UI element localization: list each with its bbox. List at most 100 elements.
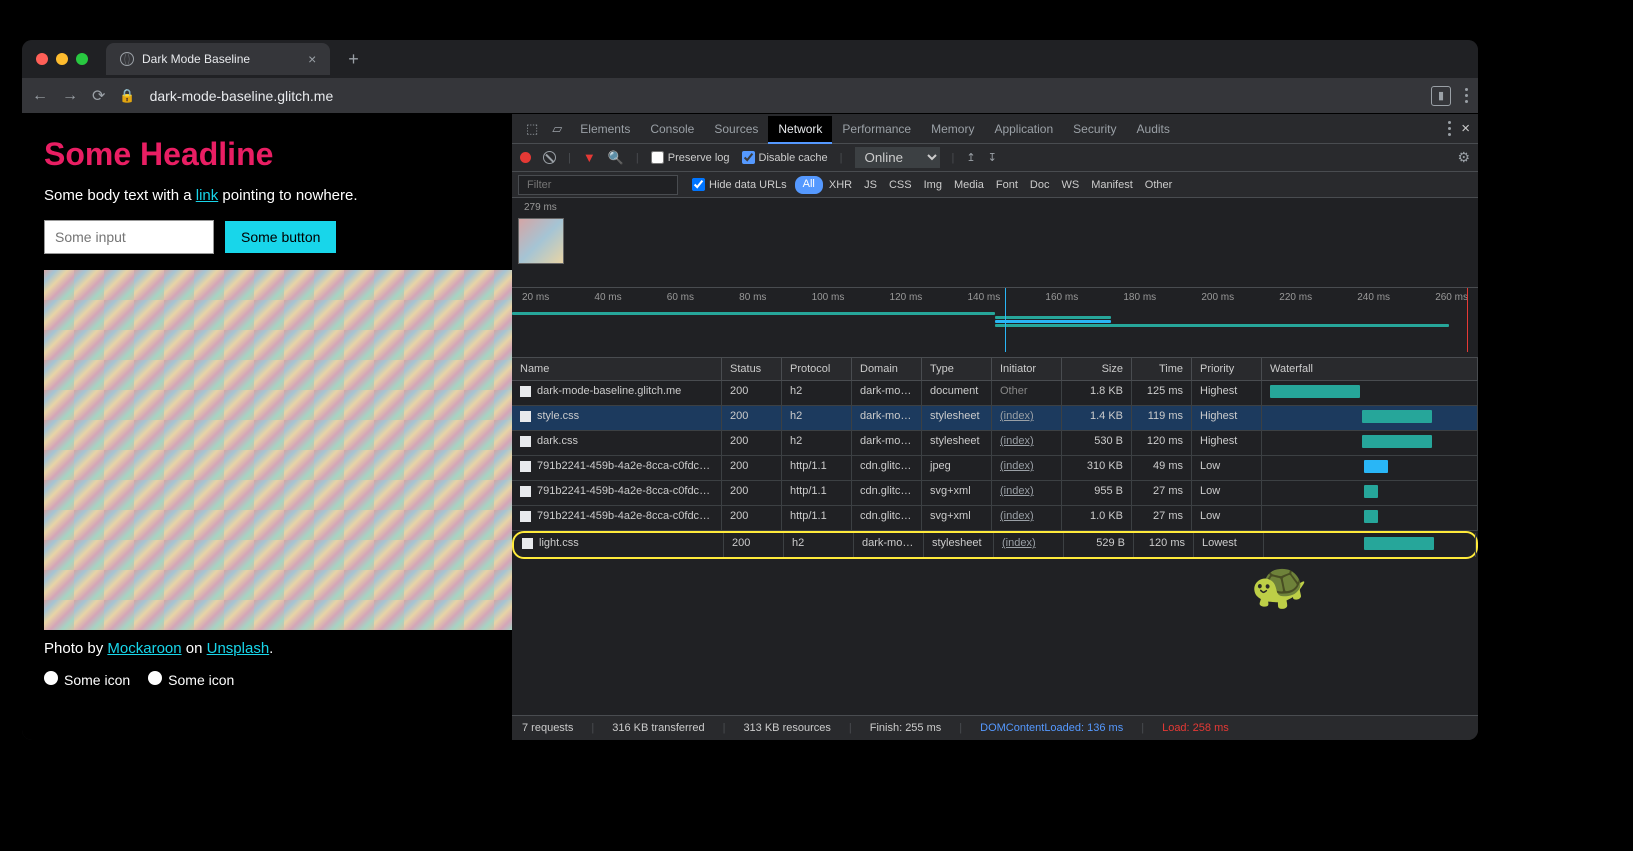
- devtools-tab-network[interactable]: Network: [768, 116, 832, 144]
- network-toolbar: | ▼ 🔍 | Preserve log Disable cache | Onl…: [512, 144, 1478, 172]
- filter-input[interactable]: [518, 175, 678, 195]
- bulb-icon: [44, 671, 58, 685]
- network-table: NameStatusProtocolDomainTypeInitiatorSiz…: [512, 358, 1478, 715]
- filter-type-other[interactable]: Other: [1139, 176, 1179, 194]
- devtools-tab-security[interactable]: Security: [1063, 116, 1126, 142]
- window-controls: [36, 53, 88, 65]
- disable-cache-checkbox[interactable]: Disable cache: [742, 151, 828, 164]
- overview-pane[interactable]: 279 ms: [512, 198, 1478, 288]
- url-input[interactable]: dark-mode-baseline.glitch.me: [150, 88, 1417, 104]
- devtools-tabs: ⬚ ▱ ElementsConsoleSourcesNetworkPerform…: [512, 114, 1478, 144]
- filter-toggle-icon[interactable]: ▼: [583, 150, 596, 165]
- submit-button[interactable]: Some button: [224, 220, 337, 254]
- filter-type-all[interactable]: All: [795, 176, 823, 194]
- body-link[interactable]: link: [196, 187, 219, 204]
- forward-button[interactable]: →: [62, 87, 78, 105]
- devtools-tab-sources[interactable]: Sources: [704, 116, 768, 142]
- column-domain[interactable]: Domain: [852, 358, 922, 380]
- filter-type-ws[interactable]: WS: [1055, 176, 1085, 194]
- preserve-log-checkbox[interactable]: Preserve log: [651, 151, 730, 164]
- settings-icon[interactable]: ⚙: [1457, 149, 1470, 166]
- column-protocol[interactable]: Protocol: [782, 358, 852, 380]
- table-row[interactable]: 791b2241-459b-4a2e-8cca-c0fdc2…200http/1…: [512, 506, 1478, 531]
- turtle-emoji: 🐢: [1251, 558, 1308, 613]
- form-row: Some button: [44, 220, 490, 254]
- devtools-menu-button[interactable]: [1448, 121, 1451, 136]
- requests-count: 7 requests: [522, 722, 573, 734]
- icon-row: Some icon Some icon: [44, 671, 490, 688]
- table-row[interactable]: style.css200h2dark-mo…stylesheet(index)1…: [512, 406, 1478, 431]
- throttling-select[interactable]: Online: [855, 147, 940, 168]
- devtools-tab-application[interactable]: Application: [984, 116, 1063, 142]
- hero-image: [44, 270, 512, 630]
- close-tab-button[interactable]: ×: [308, 51, 316, 67]
- table-row[interactable]: 791b2241-459b-4a2e-8cca-c0fdc2…200http/1…: [512, 456, 1478, 481]
- column-priority[interactable]: Priority: [1192, 358, 1262, 380]
- column-status[interactable]: Status: [722, 358, 782, 380]
- table-header: NameStatusProtocolDomainTypeInitiatorSiz…: [512, 358, 1478, 381]
- extension-icon[interactable]: ▮: [1431, 86, 1451, 106]
- timeline-ruler[interactable]: 20 ms40 ms60 ms80 ms100 ms120 ms140 ms16…: [512, 288, 1478, 358]
- device-icon[interactable]: ▱: [546, 121, 568, 137]
- devtools-tab-audits[interactable]: Audits: [1127, 116, 1180, 142]
- record-button[interactable]: [520, 152, 531, 163]
- devtools-tab-elements[interactable]: Elements: [570, 116, 640, 142]
- table-row[interactable]: dark.css200h2dark-mo…stylesheet(index)53…: [512, 431, 1478, 456]
- browser-menu-button[interactable]: [1465, 88, 1468, 103]
- image-caption: Photo by Mockaroon on Unsplash.: [44, 640, 490, 657]
- browser-window: Dark Mode Baseline × + ← → ⟳ 🔒 dark-mode…: [22, 40, 1478, 740]
- back-button[interactable]: ←: [32, 87, 48, 105]
- source-link[interactable]: Unsplash: [207, 640, 270, 657]
- bulb-icon: [148, 671, 162, 685]
- column-waterfall[interactable]: Waterfall: [1262, 358, 1478, 380]
- address-bar: ← → ⟳ 🔒 dark-mode-baseline.glitch.me ▮: [22, 78, 1478, 114]
- hide-data-urls-checkbox[interactable]: Hide data URLs: [692, 178, 787, 191]
- finish-time: Finish: 255 ms: [870, 722, 942, 734]
- dcl-time: DOMContentLoaded: 136 ms: [980, 722, 1123, 734]
- column-size[interactable]: Size: [1062, 358, 1132, 380]
- column-type[interactable]: Type: [922, 358, 992, 380]
- table-row[interactable]: dark-mode-baseline.glitch.me200h2dark-mo…: [512, 381, 1478, 406]
- text-input[interactable]: [44, 220, 214, 254]
- devtools-tab-memory[interactable]: Memory: [921, 116, 984, 142]
- filter-bar: Hide data URLs AllXHRJSCSSImgMediaFontDo…: [512, 172, 1478, 198]
- upload-har-icon[interactable]: ↥: [966, 151, 975, 164]
- close-window-button[interactable]: [36, 53, 48, 65]
- inspect-icon[interactable]: ⬚: [520, 121, 544, 137]
- column-initiator[interactable]: Initiator: [992, 358, 1062, 380]
- new-tab-button[interactable]: +: [348, 49, 359, 70]
- clear-button[interactable]: [543, 151, 556, 164]
- status-bar: 7 requests | 316 KB transferred | 313 KB…: [512, 715, 1478, 740]
- transferred-size: 316 KB transferred: [612, 722, 704, 734]
- lock-icon[interactable]: 🔒: [119, 88, 135, 104]
- filter-type-img[interactable]: Img: [918, 176, 948, 194]
- search-icon[interactable]: 🔍: [608, 150, 624, 166]
- close-devtools-button[interactable]: ×: [1461, 120, 1470, 137]
- filter-type-doc[interactable]: Doc: [1024, 176, 1056, 194]
- reload-button[interactable]: ⟳: [92, 86, 105, 106]
- titlebar: Dark Mode Baseline × +: [22, 40, 1478, 78]
- table-row[interactable]: 791b2241-459b-4a2e-8cca-c0fdc2…200http/1…: [512, 481, 1478, 506]
- filter-type-xhr[interactable]: XHR: [823, 176, 858, 194]
- column-name[interactable]: Name: [512, 358, 722, 380]
- minimize-window-button[interactable]: [56, 53, 68, 65]
- download-har-icon[interactable]: ↧: [988, 151, 997, 164]
- page-body: Some body text with a link pointing to n…: [44, 187, 490, 204]
- table-row[interactable]: light.css200h2dark-mo…stylesheet(index)5…: [512, 531, 1478, 559]
- filter-type-js[interactable]: JS: [858, 176, 883, 194]
- filter-type-media[interactable]: Media: [948, 176, 990, 194]
- filter-type-css[interactable]: CSS: [883, 176, 918, 194]
- globe-icon: [120, 52, 134, 66]
- browser-tab[interactable]: Dark Mode Baseline ×: [106, 43, 330, 75]
- devtools-tab-performance[interactable]: Performance: [832, 116, 921, 142]
- author-link[interactable]: Mockaroon: [107, 640, 181, 657]
- webpage: Some Headline Some body text with a link…: [22, 114, 512, 740]
- filter-type-font[interactable]: Font: [990, 176, 1024, 194]
- devtools-panel: ⬚ ▱ ElementsConsoleSourcesNetworkPerform…: [512, 114, 1478, 740]
- filter-type-manifest[interactable]: Manifest: [1085, 176, 1139, 194]
- load-time: Load: 258 ms: [1162, 722, 1229, 734]
- column-time[interactable]: Time: [1132, 358, 1192, 380]
- screenshot-thumb[interactable]: [518, 218, 564, 264]
- devtools-tab-console[interactable]: Console: [640, 116, 704, 142]
- maximize-window-button[interactable]: [76, 53, 88, 65]
